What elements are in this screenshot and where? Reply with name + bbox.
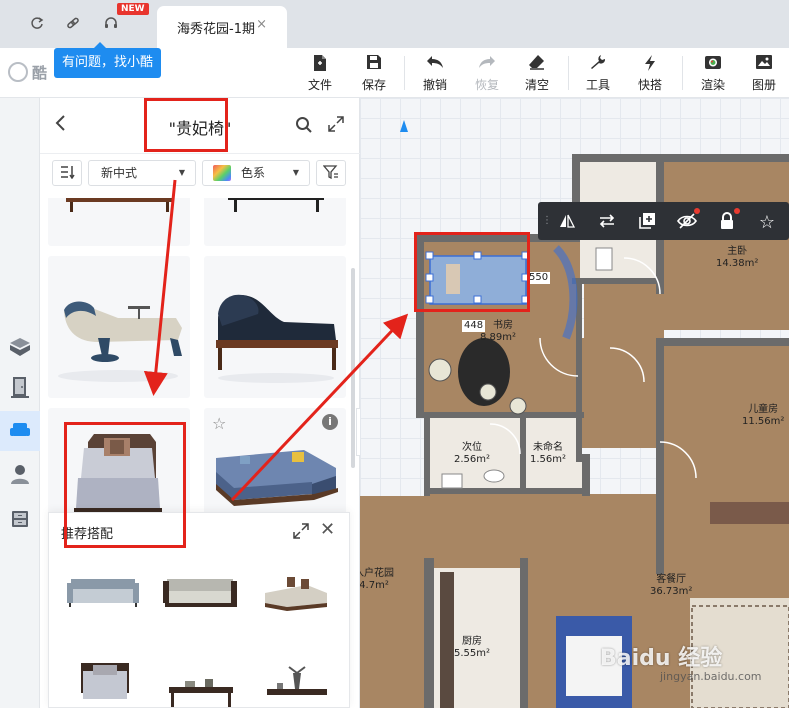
arrow-search-to-product xyxy=(143,179,177,396)
arrow-product-to-canvas xyxy=(230,313,409,502)
annotation-arrows xyxy=(143,179,409,502)
